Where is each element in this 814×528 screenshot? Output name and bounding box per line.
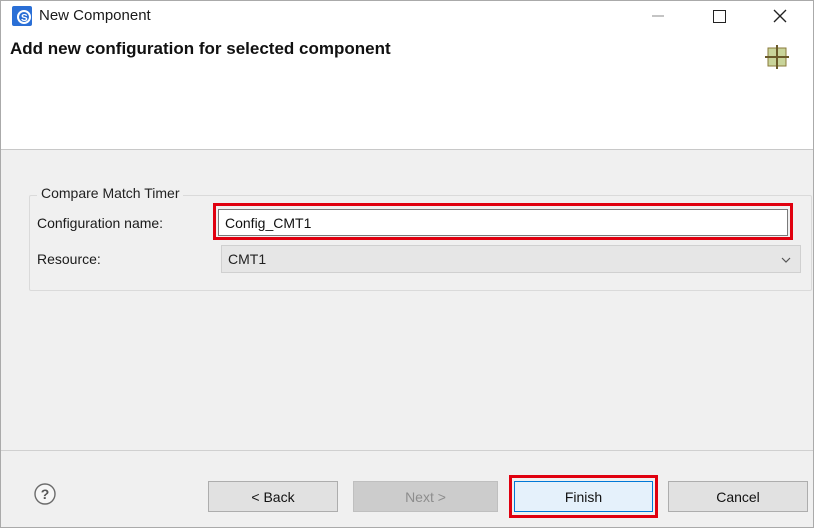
dialog-window: S New Component Add new configuration fo… [0, 0, 814, 528]
cancel-button[interactable]: Cancel [668, 481, 808, 512]
highlight-box-name [213, 203, 793, 240]
minimize-button[interactable] [635, 1, 681, 31]
help-icon[interactable]: ? [33, 482, 57, 506]
highlight-box-finish [509, 475, 658, 518]
back-button[interactable]: < Back [208, 481, 338, 512]
svg-text:S: S [21, 13, 28, 24]
close-button[interactable] [757, 1, 803, 31]
maximize-icon [712, 9, 726, 23]
chevron-down-icon [781, 257, 791, 263]
component-grid-icon [765, 45, 789, 69]
window-title: New Component [39, 7, 151, 24]
close-icon [773, 9, 787, 23]
group-label: Compare Match Timer [37, 185, 184, 201]
compare-match-timer-group: Compare Match Timer Configuration name: … [29, 185, 813, 305]
page-title: Add new configuration for selected compo… [10, 39, 391, 58]
content-area: Compare Match Timer Configuration name: … [1, 150, 813, 450]
footer: ? < Back Next > Finish Cancel [1, 451, 813, 527]
resource-label: Resource: [37, 251, 101, 267]
resource-select[interactable]: CMT1 [221, 245, 801, 273]
maximize-button[interactable] [696, 1, 742, 31]
minimize-icon [652, 15, 664, 17]
next-button[interactable]: Next > [353, 481, 498, 512]
svg-text:?: ? [41, 486, 50, 502]
title-bar: S New Component [1, 1, 813, 31]
app-logo-icon: S [12, 6, 32, 26]
resource-select-value: CMT1 [228, 251, 267, 267]
configuration-name-label: Configuration name: [37, 215, 164, 231]
